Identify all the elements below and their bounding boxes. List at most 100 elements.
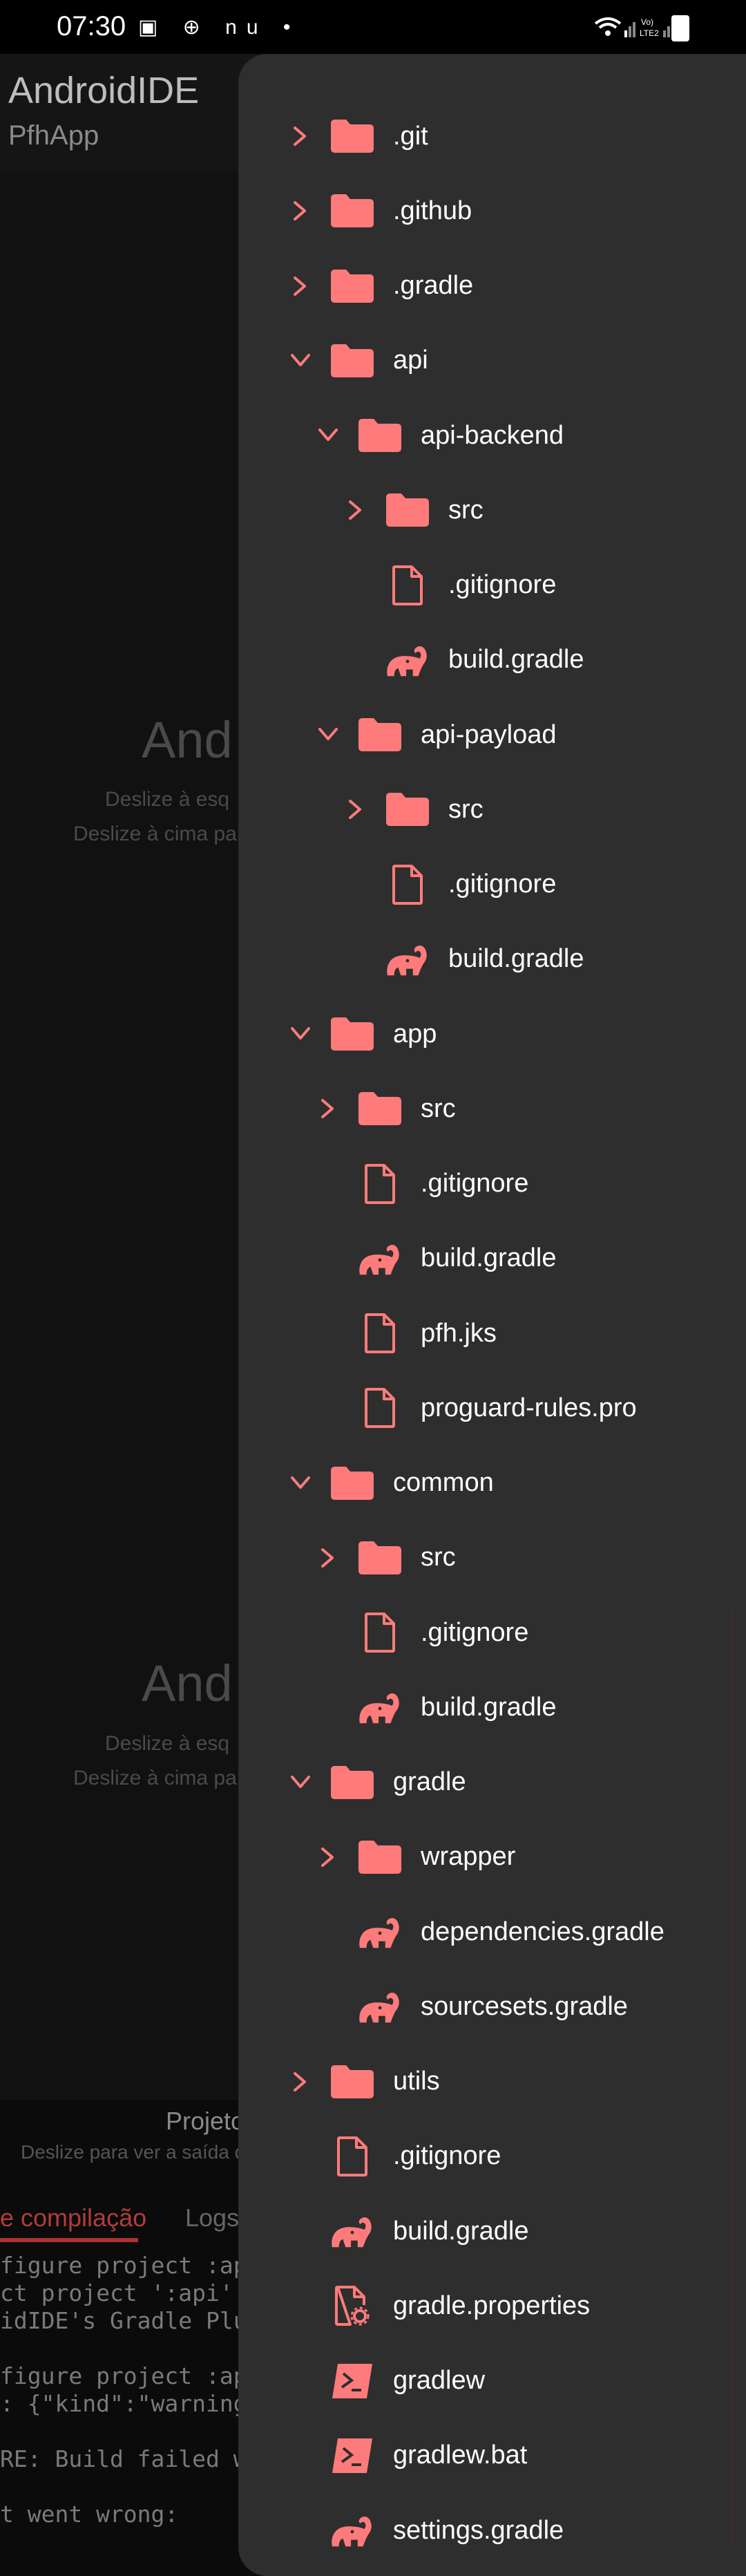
file-tree-item[interactable]: .git <box>238 99 746 173</box>
file-tree-item[interactable]: gradle <box>238 1745 746 1820</box>
tab-build-output[interactable]: e compilação <box>0 2203 146 2232</box>
file-tree-item[interactable]: common <box>238 1446 746 1521</box>
file-tree-item[interactable]: .gitignore <box>238 1595 746 1670</box>
file-tree-item[interactable]: gradlew <box>238 2344 746 2418</box>
file-tree-item[interactable]: sourcesets.gradle <box>238 1969 746 2044</box>
file-tree-item[interactable]: build.gradle <box>238 922 746 997</box>
file-tree-item[interactable]: .gradle <box>238 249 746 323</box>
gradle-elephant-icon <box>357 1986 403 2027</box>
notification-icons: ▣ ⊕ nu • <box>138 16 300 39</box>
file-tree-item[interactable]: gradle.properties <box>238 2268 746 2343</box>
file-tree-item[interactable]: .github <box>238 173 746 248</box>
file-tree-item[interactable]: build.gradle <box>238 1221 746 1296</box>
chevron-down-icon[interactable] <box>287 1769 314 1796</box>
battery-icon <box>671 15 689 41</box>
folder-icon <box>329 115 375 157</box>
file-tree-item[interactable]: .gitignore <box>238 847 746 922</box>
file-tree-item-label: gradlew <box>393 2366 486 2395</box>
file-tree-item[interactable]: src <box>238 473 746 547</box>
file-tree-item-label: utils <box>393 2067 440 2096</box>
file-tree-item[interactable]: .gitignore <box>238 548 746 623</box>
gradle-elephant-icon <box>329 2510 375 2551</box>
chevron-right-icon[interactable] <box>287 197 314 225</box>
file-tree-item[interactable]: .gitignore <box>238 1147 746 1221</box>
file-tree-item[interactable]: api <box>238 323 746 398</box>
file-tree-item[interactable]: src <box>238 1071 746 1146</box>
build-log: figure project :api ct project ':api' c id… <box>0 2252 261 2528</box>
file-tree-item[interactable]: build.gradle <box>238 2194 746 2268</box>
chevron-right-icon[interactable] <box>287 272 314 300</box>
folder-icon <box>329 1013 375 1055</box>
scrollbar[interactable] <box>730 1609 734 2542</box>
file-icon <box>329 2136 375 2177</box>
file-icon <box>357 1387 403 1429</box>
svg-text:LTE2: LTE2 <box>640 28 659 38</box>
file-tree-item[interactable]: api-backend <box>238 398 746 473</box>
file-tree-item-label: src <box>448 794 484 824</box>
empty-editor-hint: Deslize à cima pa <box>73 822 237 845</box>
file-tree-item[interactable]: build.gradle <box>238 1670 746 1745</box>
empty-editor-hint: Deslize à esq <box>105 788 230 811</box>
file-tree-item-label: gradle.properties <box>393 2291 591 2320</box>
chevron-down-icon[interactable] <box>287 1020 314 1048</box>
file-tree-item[interactable]: app <box>238 997 746 1071</box>
chevron-down-icon[interactable] <box>287 347 314 375</box>
chevron-down-icon[interactable] <box>287 1469 314 1497</box>
tab-logs[interactable]: Logs <box>185 2203 239 2232</box>
file-tree-item[interactable]: pfh.jks <box>238 1296 746 1371</box>
empty-editor-hint: Deslize à cima pa <box>73 1767 237 1789</box>
folder-icon <box>385 489 430 531</box>
file-tree-item[interactable]: src <box>238 772 746 847</box>
panel-title: Projeto <box>166 2107 245 2135</box>
empty-editor-title: And <box>142 711 233 769</box>
gradle-elephant-icon <box>385 639 430 681</box>
file-tree-item-label: gradle <box>393 1767 466 1796</box>
folder-icon <box>385 789 430 830</box>
file-tree-item[interactable]: dependencies.gradle <box>238 1895 746 1969</box>
file-tree-item[interactable]: utils <box>238 2044 746 2119</box>
chevron-right-icon[interactable] <box>314 1544 342 1572</box>
terminal-icon <box>329 2435 375 2476</box>
gradle-elephant-icon <box>357 1238 403 1279</box>
file-tree-drawer: .git .github .gradle api api-backend src .giti… <box>238 54 746 2576</box>
chevron-right-icon[interactable] <box>342 496 370 524</box>
folder-icon <box>357 1537 403 1579</box>
file-tree-item[interactable]: settings.gradle <box>238 2493 746 2568</box>
file-tree-item[interactable]: wrapper <box>238 1820 746 1895</box>
file-tree-item[interactable]: api-payload <box>238 697 746 772</box>
log-line: : {"kind":"warning" <box>0 2390 261 2417</box>
gradle-elephant-icon <box>385 939 430 980</box>
chevron-right-icon[interactable] <box>287 122 314 150</box>
folder-icon <box>329 1762 375 1803</box>
file-tree-item-label: api-backend <box>421 420 564 450</box>
chevron-right-icon[interactable] <box>287 2068 314 2096</box>
file-tree-item[interactable]: src <box>238 1521 746 1595</box>
active-tab-indicator <box>0 2238 138 2242</box>
file-tree-item-label: pfh.jks <box>421 1318 497 1348</box>
file-tree-item[interactable]: gradlew.bat <box>238 2418 746 2493</box>
file-tree-item-label: src <box>421 1093 456 1123</box>
file-tree-item[interactable]: build.gradle <box>238 623 746 697</box>
file-icon <box>385 565 430 606</box>
file-tree-item-label: .gradle <box>393 271 474 300</box>
chevron-right-icon[interactable] <box>314 1843 342 1871</box>
log-line: ct project ':api' c <box>0 2279 261 2306</box>
file-tree-item-label: .git <box>393 121 428 151</box>
file-tree-item[interactable]: proguard-rules.pro <box>238 1371 746 1445</box>
chevron-right-icon[interactable] <box>342 796 370 823</box>
settings-file-icon <box>329 2285 375 2326</box>
project-name: PfhApp <box>8 120 99 151</box>
file-tree-item[interactable]: .gitignore <box>238 2119 746 2194</box>
chevron-down-icon[interactable] <box>314 721 342 749</box>
chevron-right-icon[interactable] <box>314 1095 342 1122</box>
chevron-down-icon[interactable] <box>314 422 342 449</box>
gradle-elephant-icon <box>357 1686 403 1728</box>
